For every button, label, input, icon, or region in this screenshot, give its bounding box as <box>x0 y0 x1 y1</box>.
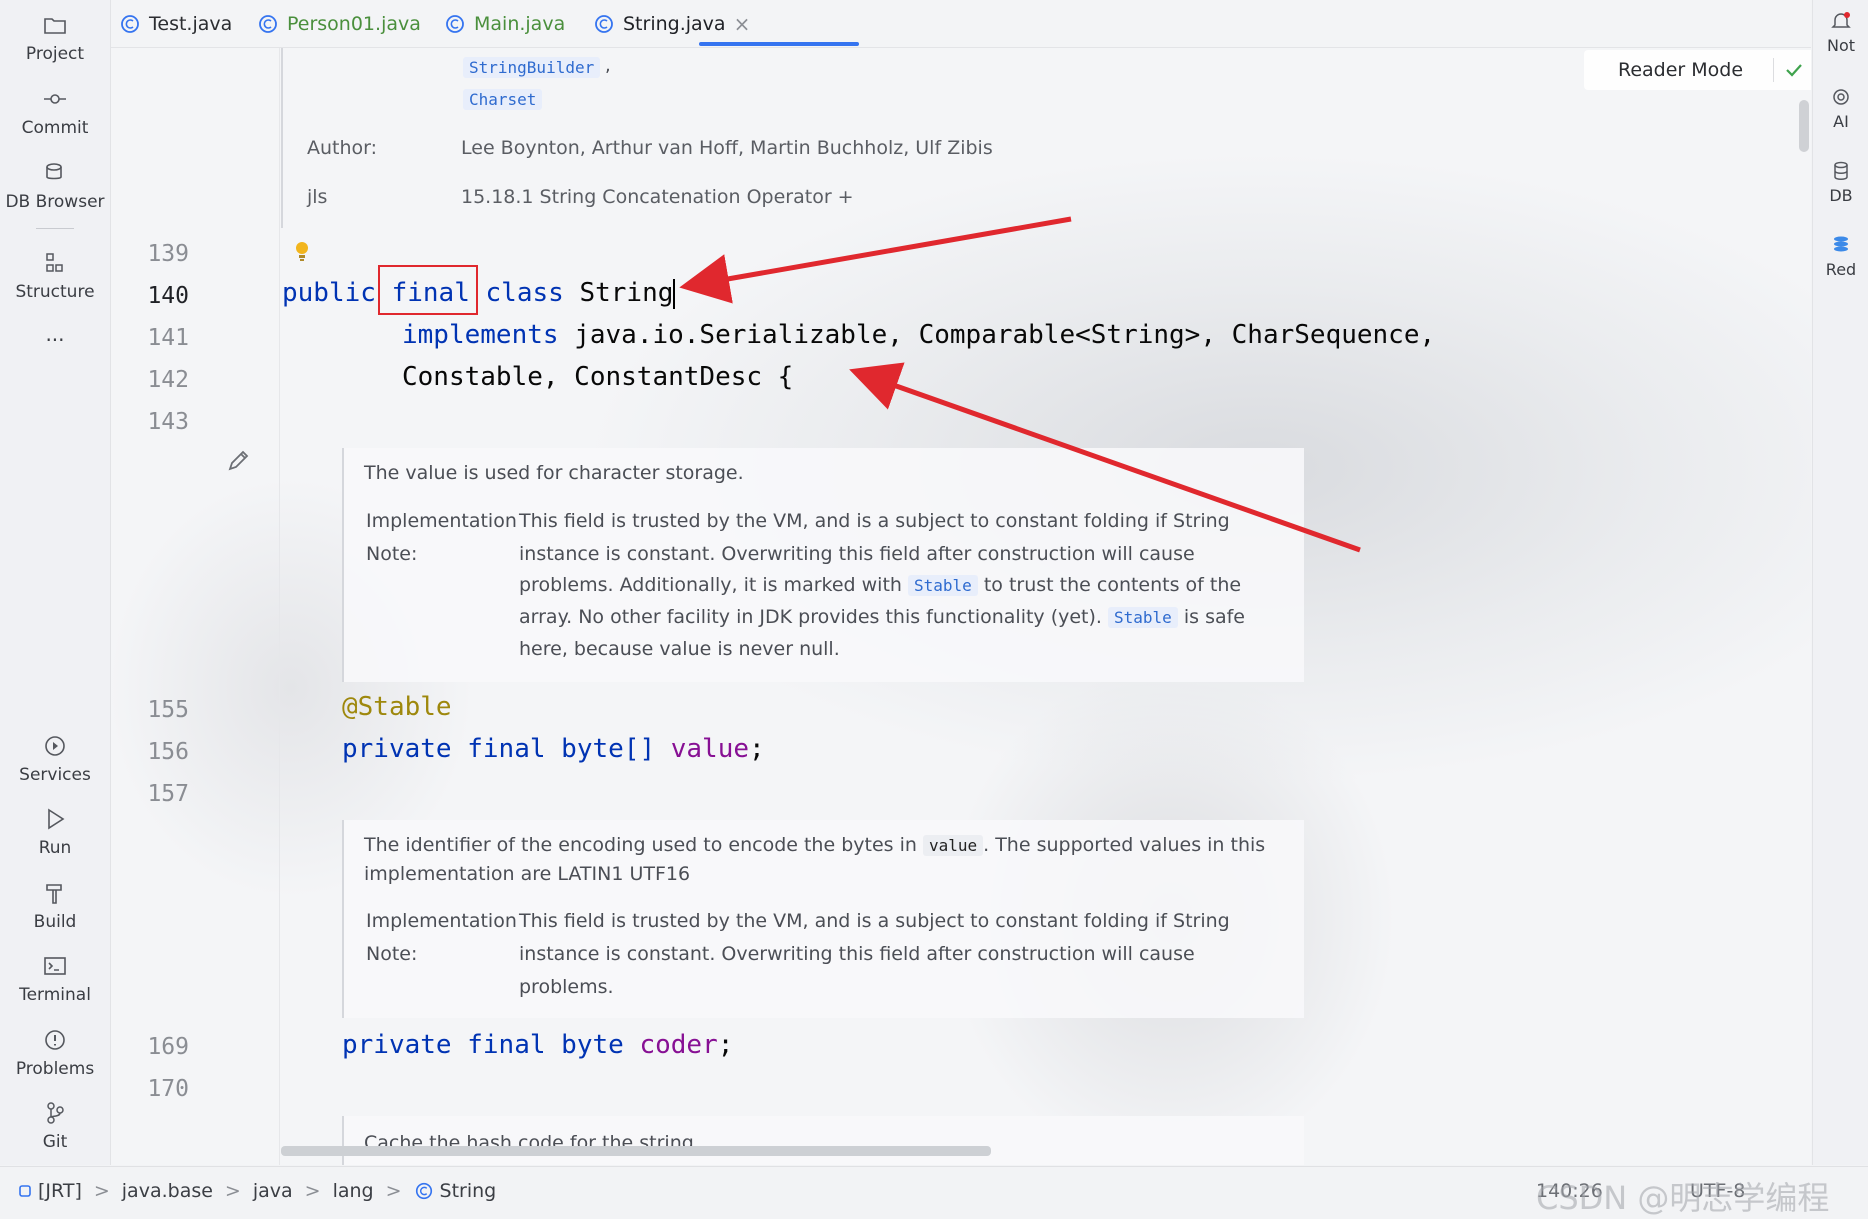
status-bar: [JRT] > java.base > java > lang > String… <box>0 1166 1868 1217</box>
structure-label: Structure <box>15 282 95 302</box>
breadcrumb-java-base[interactable]: java.base <box>122 1180 213 1202</box>
run-tool-button[interactable]: Run <box>0 806 110 858</box>
right-tool-strip: Not AI DB Red <box>1812 0 1868 1165</box>
breadcrumb-java[interactable]: java <box>253 1180 293 1202</box>
git-label: Git <box>42 1132 68 1152</box>
close-tab-icon[interactable]: × <box>734 12 751 36</box>
database-icon <box>1834 161 1848 180</box>
problems-icon <box>45 1030 65 1050</box>
ai-assistant-icon <box>1833 89 1849 105</box>
toolbar-divider <box>36 228 74 229</box>
breadcrumb-separator: > <box>385 1179 402 1202</box>
java-class-icon <box>415 1182 432 1199</box>
db-browser-tool-button[interactable]: DB Browser <box>0 160 110 212</box>
breadcrumb-string[interactable]: String <box>440 1180 497 1202</box>
tab-person01-java[interactable]: Person01.java <box>257 0 421 47</box>
git-icon <box>47 1102 64 1124</box>
arrow-to-final-line <box>679 216 1072 304</box>
tab-label: String.java <box>623 12 726 35</box>
java-class-icon <box>259 14 277 33</box>
left-tool-strip: Project Commit DB Browser Structure ... … <box>0 0 111 1165</box>
services-tool-button[interactable]: Services <box>0 733 110 785</box>
build-hammer-icon <box>46 884 62 904</box>
redis-icon <box>1834 236 1848 252</box>
commit-icon <box>44 94 66 104</box>
commit-tool-button[interactable]: Commit <box>0 86 110 138</box>
terminal-label: Terminal <box>19 985 91 1005</box>
csdn-watermark: CSDN @明志学编程 <box>1536 1179 1830 1217</box>
more-icon: ... <box>45 322 65 346</box>
tab-test-java[interactable]: Test.java <box>119 0 232 47</box>
java-class-icon <box>446 14 464 33</box>
java-class-icon <box>595 14 613 33</box>
code-editor[interactable]: StringBuilder , Charset Author: Lee Boyn… <box>111 48 1811 1165</box>
tab-label: Main.java <box>474 12 566 35</box>
run-icon <box>48 808 65 830</box>
build-label: Build <box>33 912 77 932</box>
project-tool-button[interactable]: Project <box>0 12 110 64</box>
database-tool-button[interactable]: DB <box>1813 160 1868 205</box>
annotation-arrows <box>679 216 1361 553</box>
notifications-icon <box>1831 12 1851 28</box>
redis-label: Red <box>1825 260 1857 279</box>
tab-label: Person01.java <box>287 12 421 35</box>
ai-tool-button[interactable]: AI <box>1813 86 1868 131</box>
tab-main-java[interactable]: Main.java <box>444 0 565 47</box>
ai-label: AI <box>1833 112 1849 131</box>
terminal-icon <box>44 957 66 975</box>
run-label: Run <box>38 838 72 858</box>
services-icon <box>45 736 65 756</box>
database-browser-icon <box>46 163 62 180</box>
services-label: Services <box>19 765 91 785</box>
more-tools-button[interactable]: ... <box>0 322 110 346</box>
problems-label: Problems <box>15 1059 95 1079</box>
structure-icon <box>46 253 63 272</box>
active-tab-indicator <box>699 42 859 46</box>
folder-icon <box>44 18 66 34</box>
db-browser-label: DB Browser <box>5 192 105 212</box>
notifications-tool-button[interactable]: Not <box>1813 10 1868 55</box>
module-icon <box>19 1184 31 1197</box>
breadcrumb-separator: > <box>304 1179 321 1202</box>
commit-label: Commit <box>21 118 89 138</box>
git-tool-button[interactable]: Git <box>0 1100 110 1152</box>
java-class-icon <box>121 14 139 33</box>
tab-label: Test.java <box>149 12 233 35</box>
notifications-label: Not <box>1826 36 1856 55</box>
database-label: DB <box>1829 186 1853 205</box>
project-label: Project <box>25 44 85 64</box>
tab-string-java[interactable]: String.java × <box>593 0 750 47</box>
breadcrumb-jrt[interactable]: [JRT] <box>38 1180 82 1202</box>
breadcrumb-lang[interactable]: lang <box>333 1180 374 1202</box>
arrow-to-declaration <box>849 362 1361 553</box>
structure-tool-button[interactable]: Structure <box>0 250 110 302</box>
build-tool-button[interactable]: Build <box>0 880 110 932</box>
terminal-tool-button[interactable]: Terminal <box>0 953 110 1005</box>
redis-tool-button[interactable]: Red <box>1813 234 1868 279</box>
editor-tab-bar: Test.java Person01.java Main.java String… <box>111 0 1811 48</box>
breadcrumb-separator: > <box>93 1179 110 1202</box>
breadcrumb-separator: > <box>224 1179 241 1202</box>
problems-tool-button[interactable]: Problems <box>0 1027 110 1079</box>
